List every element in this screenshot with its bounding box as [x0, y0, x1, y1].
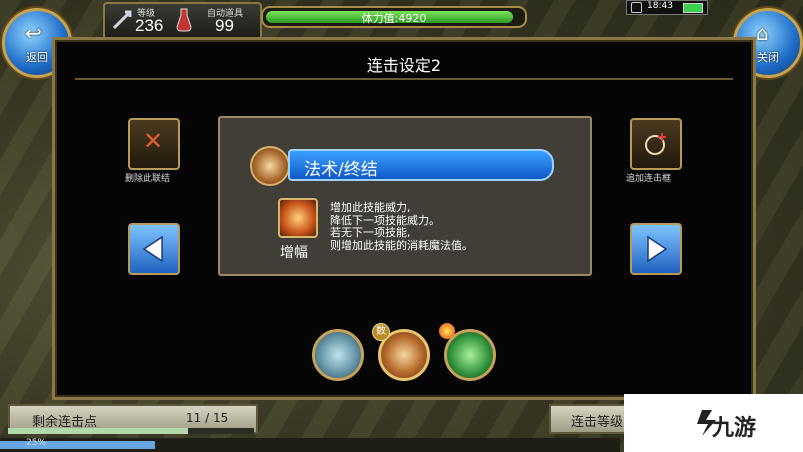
- skill-type-bar[interactable]: 法术/终结: [288, 149, 554, 181]
- status-panel: 等级 236 自动道具 99: [103, 2, 262, 40]
- delete-link-label: 删除此联结: [125, 174, 171, 184]
- arrow-left-icon: [142, 235, 163, 263]
- weapon-icon: [112, 10, 132, 30]
- effect-description: 增加此技能威力, 降低下一项技能威力。 若无下一项技能, 则增加此技能的消耗魔法…: [330, 201, 473, 252]
- fire-badge-icon: [439, 323, 455, 339]
- add-combo-label: 追加连击框: [626, 174, 672, 184]
- skill-icon[interactable]: [250, 146, 290, 186]
- level-value: 236: [135, 16, 164, 35]
- prev-arrow-button[interactable]: [128, 223, 180, 275]
- potion-icon: [176, 8, 192, 32]
- return-arrow-icon: ↩: [25, 21, 42, 45]
- amplify-fist-icon[interactable]: [278, 198, 318, 238]
- experience-fill: [0, 441, 155, 449]
- status-clock: 18:43: [626, 0, 708, 15]
- dialog-titlebar: 连击设定2: [75, 44, 733, 80]
- stamina-bar: 体力值:4920: [261, 6, 527, 28]
- arrow-right-icon: [647, 235, 668, 263]
- experience-text: 25%: [26, 438, 47, 448]
- combo-points-bar: [8, 428, 254, 434]
- add-combo-button[interactable]: [630, 118, 682, 170]
- combo-points-fill: [8, 428, 188, 434]
- effect-desc-line: 若无下一项技能,: [330, 226, 411, 239]
- combo-points-value: 11 / 15: [186, 411, 229, 425]
- next-arrow-button[interactable]: [630, 223, 682, 275]
- combo-level-label: 连击等级: [571, 415, 624, 430]
- combo-slot-2-badge: 数: [372, 323, 390, 341]
- home-icon: ⌂: [756, 21, 769, 45]
- effect-desc-line: 增加此技能威力,: [330, 201, 411, 214]
- combo-settings-dialog: 连击设定2 ✕ 删除此联结 追加连击框 法术/终结 增幅 增加此技能威力, 降低…: [52, 37, 756, 400]
- close-x-icon: ✕: [143, 127, 164, 155]
- skill-name: 法术/终结: [304, 160, 378, 180]
- auto-item-value: 99: [215, 16, 234, 35]
- battery-icon: [683, 3, 703, 13]
- effect-desc-line: 则增加此技能的消耗魔法值。: [330, 238, 473, 252]
- clock-time: 18:43: [647, 1, 673, 11]
- effect-name: 增幅: [280, 245, 308, 261]
- experience-bar: 25%: [0, 438, 620, 452]
- watermark-text: 九游: [712, 416, 757, 441]
- screen-icon: [631, 2, 642, 13]
- stamina-text: 体力值:4920: [361, 12, 427, 25]
- skill-panel: 法术/终结 增幅 增加此技能威力, 降低下一项技能威力。 若无下一项技能, 则增…: [218, 116, 592, 276]
- delete-link-button[interactable]: ✕: [128, 118, 180, 170]
- combo-slot-1[interactable]: [312, 329, 364, 381]
- dialog-title: 连击设定2: [366, 56, 442, 75]
- add-slot-icon: [645, 133, 666, 155]
